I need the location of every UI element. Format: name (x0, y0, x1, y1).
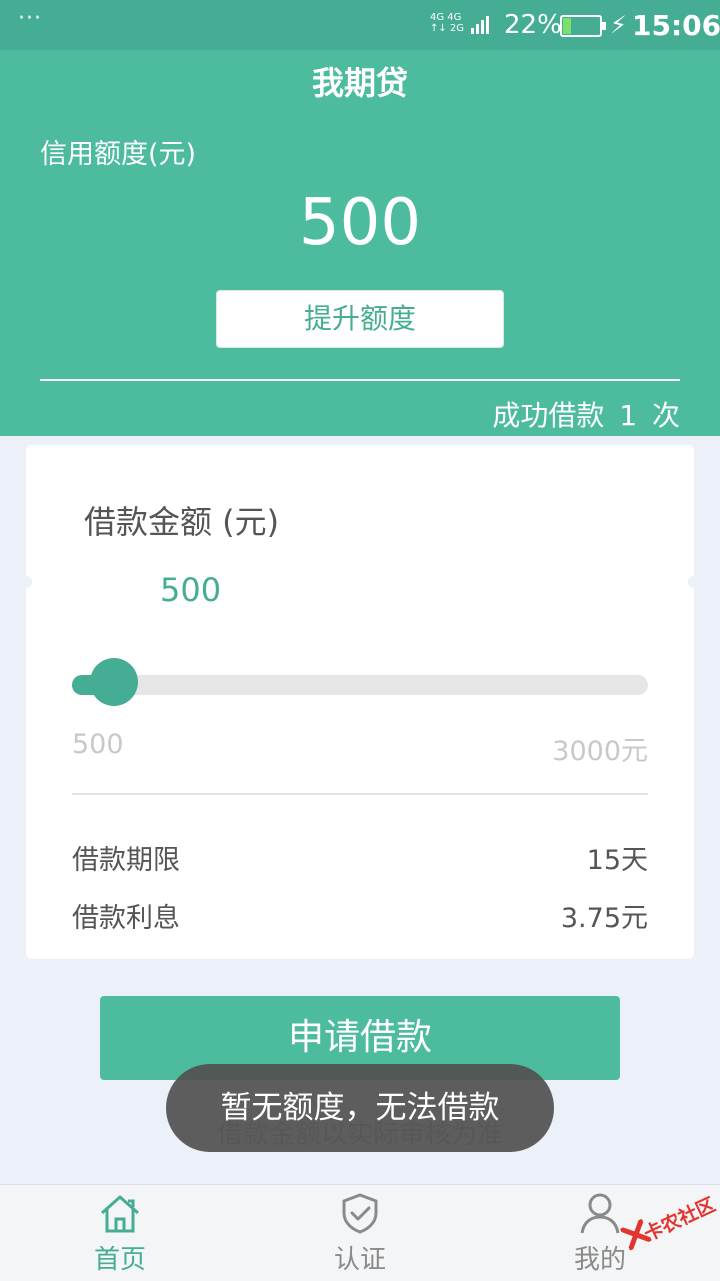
card-notch-left (20, 576, 32, 588)
more-dots-icon: ··· (18, 6, 42, 31)
clock: 15:06 (632, 9, 720, 42)
bottom-tab-bar: 首页 认证 我的 (0, 1184, 720, 1281)
signal-icon (471, 16, 489, 34)
credit-limit-value: 500 (298, 186, 422, 260)
loan-term-label: 借款期限 (72, 845, 180, 876)
card-divider (72, 793, 648, 795)
raise-limit-button[interactable]: 提升额度 (216, 290, 504, 348)
card-notch-right (688, 576, 700, 588)
loan-interest-value: 3.75元 (560, 903, 648, 934)
slider-min-label: 500 (72, 729, 124, 760)
status-bar: ··· 4G 4G ↑↓ 2G 22% ⚡ 15:06 (0, 0, 720, 50)
tab-verify-label: 认证 (333, 1245, 386, 1275)
tab-home-label: 首页 (93, 1245, 146, 1275)
loan-amount-value: 500 (160, 571, 222, 609)
credit-header: 我期贷 信用额度(元) 500 提升额度 成功借款 1 次 (0, 50, 720, 436)
shield-check-icon (342, 1193, 378, 1234)
network-top: 4G 4G (430, 12, 462, 23)
page-title: 我期贷 (311, 64, 408, 102)
header-divider (40, 379, 680, 381)
success-loans-count: 成功借款 1 次 (492, 399, 680, 432)
network-indicator: 4G 4G ↑↓ 2G (430, 12, 464, 34)
tab-home[interactable]: 首页 (0, 1185, 240, 1281)
toast-message: 暂无额度，无法借款 (166, 1064, 554, 1152)
credit-limit-label: 信用额度(元) (40, 139, 197, 170)
amount-slider-track[interactable] (72, 675, 648, 695)
charging-icon: ⚡ (610, 11, 627, 39)
loan-interest-label: 借款利息 (72, 903, 180, 934)
tab-verify[interactable]: 认证 (240, 1185, 480, 1281)
amount-slider-thumb[interactable] (90, 658, 138, 706)
loan-term-value: 15天 (586, 845, 648, 876)
network-bottom: ↑↓ 2G (430, 23, 465, 34)
watermark-text: 卡农社区 (640, 1193, 719, 1246)
slider-max-label: 3000元 (552, 736, 648, 767)
loan-card: 借款金额 (元) 500 500 3000元 借款期限 15天 借款利息 3.7… (26, 445, 694, 959)
battery-fill (563, 18, 571, 34)
home-icon (101, 1195, 139, 1233)
battery-percent: 22% (504, 10, 562, 40)
battery-icon (560, 15, 606, 37)
loan-amount-label: 借款金额 (元) (84, 503, 280, 541)
